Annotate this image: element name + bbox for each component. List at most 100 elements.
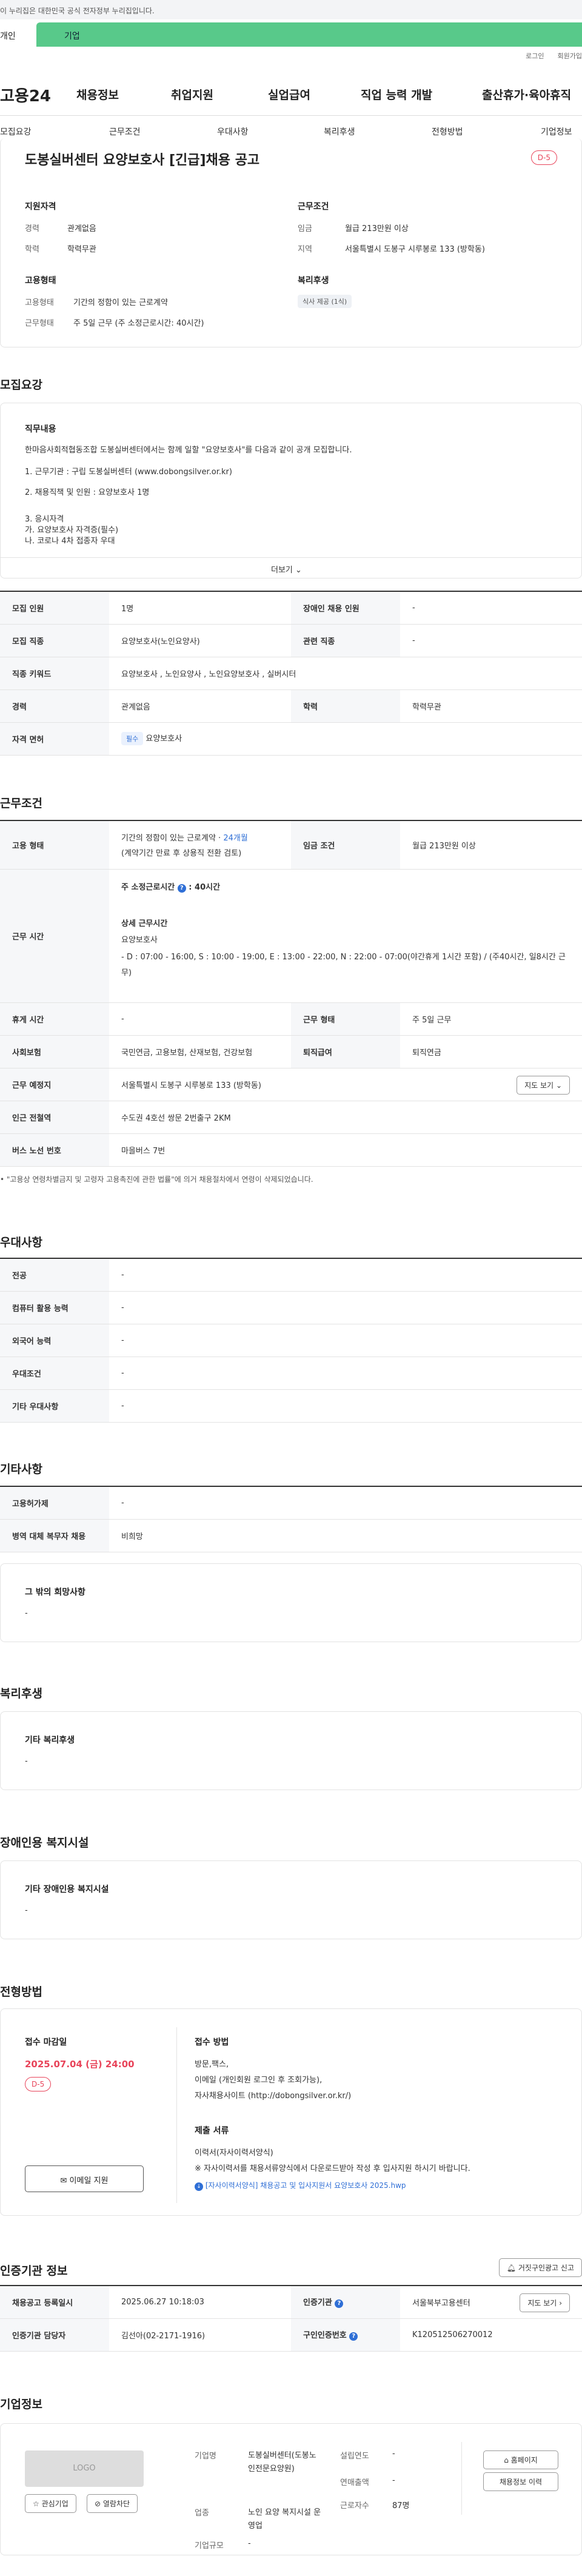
employees-label: 근로자수: [340, 2501, 369, 2511]
mail-icon: ✉: [60, 2176, 67, 2185]
cert-org-cell: 서울북부고용센터 지도 보기 ›: [400, 2286, 582, 2319]
work-heading: 근무조건: [0, 797, 42, 810]
cell-key: 직종 키워드: [0, 657, 109, 690]
year-label: 설립연도: [340, 2452, 369, 2461]
cert-heading: 인증기관 정보: [0, 2264, 68, 2278]
more-button[interactable]: 더보기 ⌄: [271, 563, 302, 575]
gnb-vocational-training[interactable]: 직업 능력 개발: [361, 86, 432, 102]
duty-heading: 직무내용: [25, 424, 56, 434]
snb-pref[interactable]: 우대사항: [217, 126, 249, 138]
snb-process[interactable]: 전형방법: [432, 126, 463, 138]
benefit-heading: 복리후생: [0, 1687, 42, 1700]
report-button[interactable]: 🔔︎ 거짓구인광고 신고: [498, 2258, 582, 2277]
method-line: 이메일 (개인회원 로그인 후 조회가능),: [195, 2076, 323, 2085]
table-row: 버스 노선 번호 마을버스 7번: [0, 1133, 582, 1167]
industry-label: 업종: [195, 2509, 209, 2518]
weekly-hours-label: 주 소정근로시간: [121, 882, 175, 892]
history-button[interactable]: 채용정보 이력: [483, 2472, 558, 2491]
table-row: 우대조건 -: [0, 1357, 582, 1390]
cert-map-button[interactable]: 지도 보기 ›: [520, 2293, 570, 2312]
map-button[interactable]: 지도 보기 ⌄: [517, 1075, 570, 1095]
recruit-table: 모집 인원 1명 장애인 채용 인원 - 모집 직종 요양보호사(노인요양사) 관련 직종…: [0, 591, 582, 756]
docs-line: 이력서(자사이력서양식): [195, 2148, 273, 2158]
cell-key: 채용공고 등록일시: [0, 2286, 109, 2319]
wage-value: 월급 213만원 이상: [345, 224, 409, 233]
map-button-label: 지도 보기: [524, 1081, 554, 1090]
gnb-unemployment-benefit[interactable]: 실업급여: [268, 86, 310, 102]
qual-heading: 지원자격: [25, 202, 56, 212]
company-card: LOGO ☆ 관심기업 ⊘ 열람차단 기업명 도봉실버센터(도봉노인전문요양원)…: [0, 2423, 582, 2555]
site-logo[interactable]: 고용24: [0, 84, 73, 106]
etc-table: 고용허가제 - 병역 대체 복무자 채용 비희망: [0, 1486, 582, 1552]
cell-value: 관계없음: [109, 689, 291, 723]
gov-notice-bar: 이 누리집은 대한민국 공식 전자정부 누리집입니다.: [0, 0, 582, 19]
snb-recruit[interactable]: 모집요강: [0, 126, 32, 138]
benefit-value: -: [25, 1757, 28, 1766]
cell-value: -: [109, 1258, 582, 1292]
favorite-button[interactable]: ☆ 관심기업: [25, 2494, 76, 2513]
hope-heading: 그 밖의 희망사항: [25, 1588, 85, 1597]
user-type-tabs: 개인 기업: [0, 22, 582, 47]
cell-value: 수도권 4호선 쌍문 2번출구 2KM: [109, 1101, 582, 1134]
cell-value: 1명: [109, 591, 291, 625]
emp-value: 기간의 정함이 있는 근로계약: [73, 298, 168, 307]
hope-card: 그 밖의 희망사항 -: [0, 1563, 582, 1642]
snb-company[interactable]: 기업정보: [541, 126, 572, 138]
table-row: 자격 면허 필수 요양보호사: [0, 722, 582, 756]
email-apply-button[interactable]: ✉ 이메일 지원: [25, 2165, 144, 2192]
gnb-employment-support[interactable]: 취업지원: [171, 86, 213, 102]
detail-hours-label: 상세 근무시간: [121, 919, 168, 928]
cell-value: 김선아(02-2171-1916): [109, 2318, 291, 2352]
history-label: 채용정보 이력: [499, 2478, 543, 2486]
cell-value: 비희망: [109, 1519, 582, 1552]
table-row: 인증기관 담당자 김선아(02-2171-1916) 구인인증번호 ? K120512…: [0, 2318, 582, 2352]
cell-key: 근무 형태: [291, 1002, 400, 1036]
worktype-label: 근무형태: [25, 319, 54, 328]
cell-key: 기타 우대사항: [0, 1389, 109, 1423]
emp-type-text: 기간의 정함이 있는 근로계약 ·: [121, 834, 224, 844]
process-heading: 전형방법: [0, 1985, 42, 1999]
cell-value: 2025.06.27 10:18:03: [109, 2286, 291, 2319]
cell-key: 퇴직급여: [291, 1035, 400, 1068]
cell-value: -: [109, 1291, 582, 1324]
tab-personal[interactable]: 개인: [0, 22, 36, 47]
cell-value: 국민연금, 고용보험, 산재보험, 건강보험: [109, 1035, 291, 1068]
download-icon: ↓: [195, 2182, 203, 2191]
info-icon[interactable]: ?: [335, 2299, 344, 2309]
company-name-value: 도봉실버센터(도봉노인전문요양원): [248, 2451, 316, 2474]
info-icon[interactable]: ?: [349, 2332, 358, 2341]
block-button[interactable]: ⊘ 열람차단: [87, 2494, 138, 2513]
homepage-button[interactable]: ⌂ 홈페이지: [483, 2450, 558, 2469]
cell-value: -: [400, 624, 582, 657]
snb-benefit[interactable]: 복리후생: [324, 126, 355, 138]
method-heading: 접수 방법: [195, 2038, 229, 2047]
star-icon: ☆: [33, 2500, 39, 2508]
info-icon[interactable]: ?: [177, 884, 186, 893]
cell-value: 주 5일 근무: [400, 1002, 582, 1036]
wage-label: 임금: [298, 224, 312, 233]
attachment-link[interactable]: ↓ [자사이력서양식] 채용공고 및 입사지원서 요양보호사 2025.hwp: [195, 2180, 406, 2191]
license-value: 요양보호사: [146, 734, 182, 743]
signup-link[interactable]: 회원가입: [558, 51, 582, 61]
snb-work[interactable]: 근무조건: [109, 126, 141, 138]
cert-table: 채용공고 등록일시 2025.06.27 10:18:03 인증기관 ? 서울북부고용…: [0, 2285, 582, 2352]
duty-line: 한마음사회적협동조합 도봉실버센터에서는 함께 일할 "요양보호사"를 다음과 …: [25, 446, 352, 455]
bell-icon: 🔔︎: [506, 2264, 517, 2272]
job-title: 도봉실버센터 요양보호사 [긴급]채용 공고: [25, 153, 260, 168]
gnb-jobs[interactable]: 채용정보: [76, 86, 119, 102]
login-link[interactable]: 로그인: [526, 51, 544, 61]
welfare-heading: 복리후생: [298, 276, 329, 286]
chevron-down-icon: ⌄: [295, 566, 302, 575]
disab-sub: 기타 장애인용 복지시설: [25, 1885, 109, 1894]
table-row: 인근 전철역 수도권 4호선 쌍문 2번출구 2KM: [0, 1101, 582, 1134]
sales-label: 연매출액: [340, 2478, 369, 2487]
required-badge: 필수: [121, 732, 144, 745]
year-value: -: [392, 2449, 395, 2458]
gnb-parental-leave[interactable]: 출산휴가·육아휴직: [482, 86, 571, 102]
age-notice: • "고용상 연령차별금지 및 고령자 고용촉진에 관한 법률"에 의거 채용절…: [0, 1175, 313, 1184]
tab-company[interactable]: 기업: [36, 22, 582, 47]
welfare-badge: 식사 제공 (1식): [298, 295, 352, 308]
table-row: 외국어 능력 -: [0, 1324, 582, 1357]
dday-badge: D-5: [530, 150, 557, 165]
email-apply-label: 이메일 지원: [69, 2176, 109, 2185]
